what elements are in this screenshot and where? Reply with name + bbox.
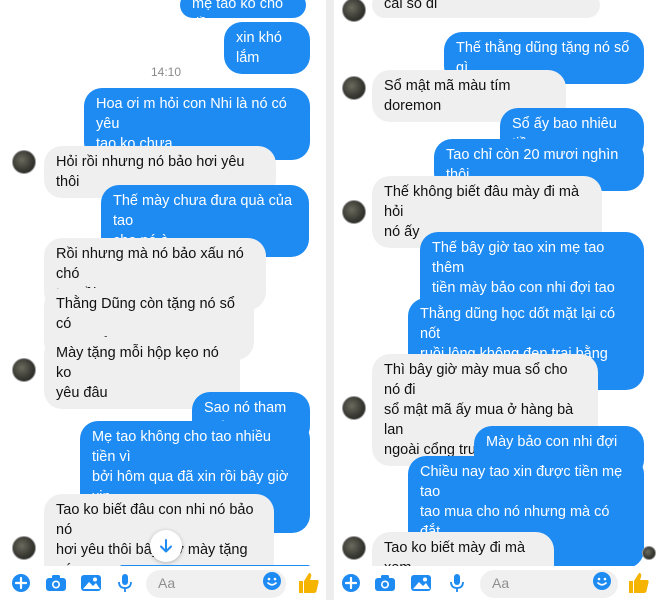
emoji-icon[interactable] (262, 571, 282, 591)
thumbs-up-icon[interactable] (626, 570, 652, 596)
plus-icon[interactable] (340, 572, 362, 594)
avatar (12, 358, 36, 382)
message-bubble-outgoing: mẹ tao ko cho tiền (180, 0, 306, 32)
avatar (342, 396, 366, 420)
chat-panel-right: cái sổ đi Thế thằng dũng tặng nó sổ gì S… (334, 0, 660, 600)
composer-toolbar: Aa (0, 566, 326, 600)
message-bubble-outgoing: xin khó lắm (224, 22, 310, 74)
composer-toolbar: Aa (334, 566, 660, 600)
image-icon[interactable] (410, 572, 432, 594)
avatar (342, 76, 366, 100)
avatar (12, 536, 36, 560)
avatar (12, 150, 36, 174)
chat-panel-left: mẹ tao ko cho tiền xin khó lắm 14:10 Hoa… (0, 0, 326, 600)
avatar (342, 200, 366, 224)
arrow-down-icon (160, 539, 172, 553)
panel-divider (326, 0, 334, 600)
camera-icon[interactable] (45, 572, 67, 594)
read-receipt-avatar (642, 546, 656, 560)
emoji-icon[interactable] (592, 571, 612, 591)
scroll-to-bottom-button[interactable] (150, 530, 182, 562)
thumbs-up-icon[interactable] (296, 570, 322, 596)
plus-icon[interactable] (10, 572, 32, 594)
message-bubble-incoming: cái sổ đi (372, 0, 600, 18)
message-timestamp: 14:10 (151, 65, 182, 79)
mic-icon[interactable] (446, 572, 468, 594)
avatar (342, 536, 366, 560)
image-icon[interactable] (80, 572, 102, 594)
avatar (342, 0, 366, 22)
camera-icon[interactable] (374, 572, 396, 594)
mic-icon[interactable] (114, 572, 136, 594)
